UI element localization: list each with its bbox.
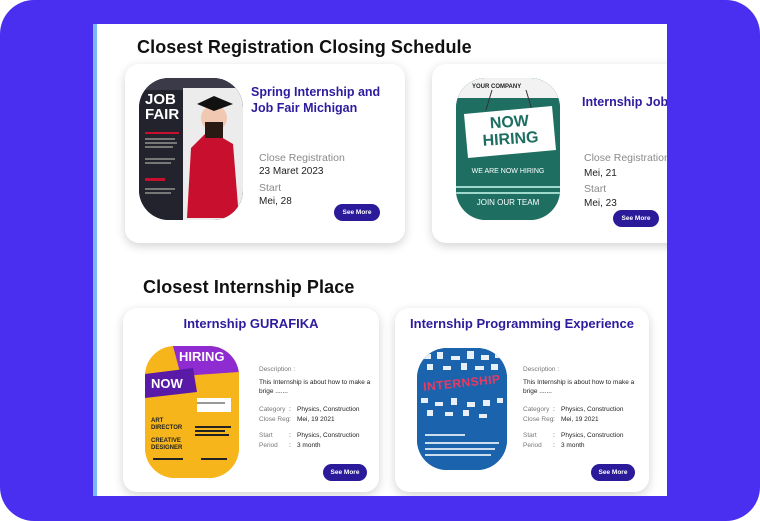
card-title[interactable]: Internship Job Team	[582, 94, 667, 110]
poster-sub: WE ARE NOW HIRING	[471, 168, 545, 175]
see-more-button[interactable]: See More	[334, 204, 380, 221]
internship-card-2[interactable]: Internship Programming Experience INTERN…	[395, 308, 649, 492]
description-text: This Internship is about how to make a b…	[523, 379, 635, 395]
start-value: Physics, Construction	[561, 432, 624, 439]
category-value: Physics, Construction	[297, 406, 360, 413]
category-sep: :	[289, 406, 291, 413]
start-label: Start	[523, 432, 537, 439]
close-reg-sep: :	[289, 416, 291, 423]
gurafika-poster-art	[145, 346, 239, 478]
description-text: This Internship is about how to make a b…	[259, 379, 371, 395]
programming-poster-art	[417, 348, 507, 470]
poster-brand: YOUR COMPANY	[472, 84, 522, 90]
see-more-button[interactable]: See More	[323, 464, 367, 481]
period-value: 3 month	[561, 442, 585, 449]
close-registration-label: Close Registration	[259, 152, 345, 164]
card-title[interactable]: Spring Internship and Job Fair Michigan	[251, 84, 391, 116]
poster-headline-top: JOB	[145, 91, 176, 108]
category-label: Category	[259, 406, 286, 413]
poster-cta: JOIN OUR TEAM	[476, 198, 540, 207]
close-registration-label: Close Registration	[584, 152, 667, 164]
close-reg-label: Close Reg	[523, 416, 554, 423]
close-reg-value: Mei, 19 2021	[561, 416, 599, 423]
close-registration-date: Mei, 21	[584, 168, 617, 179]
period-value: 3 month	[297, 442, 321, 449]
start-sep: :	[289, 432, 291, 439]
start-date: Mei, 28	[259, 196, 292, 207]
close-registration-date: 23 Maret 2023	[259, 166, 324, 177]
internship-title[interactable]: Internship GURAFIKA	[123, 316, 379, 331]
job-fair-poster: JOB FAIR	[139, 78, 243, 220]
close-reg-value: Mei, 19 2021	[297, 416, 335, 423]
see-more-button[interactable]: See More	[613, 210, 659, 227]
poster-headline-bottom: FAIR	[145, 106, 180, 123]
category-label: Category	[523, 406, 550, 413]
registration-card-2[interactable]: YOUR COMPANY NOW HIRING WE ARE NOW HIRIN…	[432, 64, 667, 243]
registration-card-1[interactable]: JOB FAIR Spring Internship and Job Fair …	[125, 64, 405, 243]
internship-section-title: Closest Internship Place	[143, 277, 355, 297]
description-label: Description :	[523, 366, 560, 373]
start-label: Start	[259, 182, 282, 194]
start-label: Start	[259, 432, 273, 439]
close-reg-label: Close Reg	[259, 416, 290, 423]
programming-poster: INTERNSHIP	[417, 348, 507, 470]
category-value: Physics, Construction	[561, 406, 624, 413]
poster-role-1: ART DIRECTOR	[151, 418, 183, 431]
start-sep: :	[553, 432, 555, 439]
now-hiring-poster: YOUR COMPANY NOW HIRING WE ARE NOW HIRIN…	[456, 78, 560, 220]
poster-role-2: CREATIVE DESIGNER	[151, 438, 183, 451]
poster-top: HIRING	[179, 349, 225, 364]
close-reg-sep: :	[553, 416, 555, 423]
period-sep: :	[553, 442, 555, 449]
app-screen: Closest Registration Closing Schedule JO…	[93, 24, 667, 496]
start-value: Physics, Construction	[297, 432, 360, 439]
start-label: Start	[584, 183, 607, 195]
see-more-button[interactable]: See More	[591, 464, 635, 481]
period-label: Period	[259, 442, 278, 449]
category-sep: :	[553, 406, 555, 413]
registration-section-title: Closest Registration Closing Schedule	[137, 37, 472, 57]
gurafika-poster: HIRING NOW ART DIRECTOR CREATIVE DESIGNE…	[145, 346, 239, 478]
period-sep: :	[289, 442, 291, 449]
description-label: Description :	[259, 366, 296, 373]
start-date: Mei, 23	[584, 198, 617, 209]
poster-mid: NOW	[151, 376, 183, 391]
period-label: Period	[523, 442, 542, 449]
internship-card-1[interactable]: Internship GURAFIKA HIRING NOW ART DIREC…	[123, 308, 379, 492]
internship-title[interactable]: Internship Programming Experience	[395, 316, 649, 331]
